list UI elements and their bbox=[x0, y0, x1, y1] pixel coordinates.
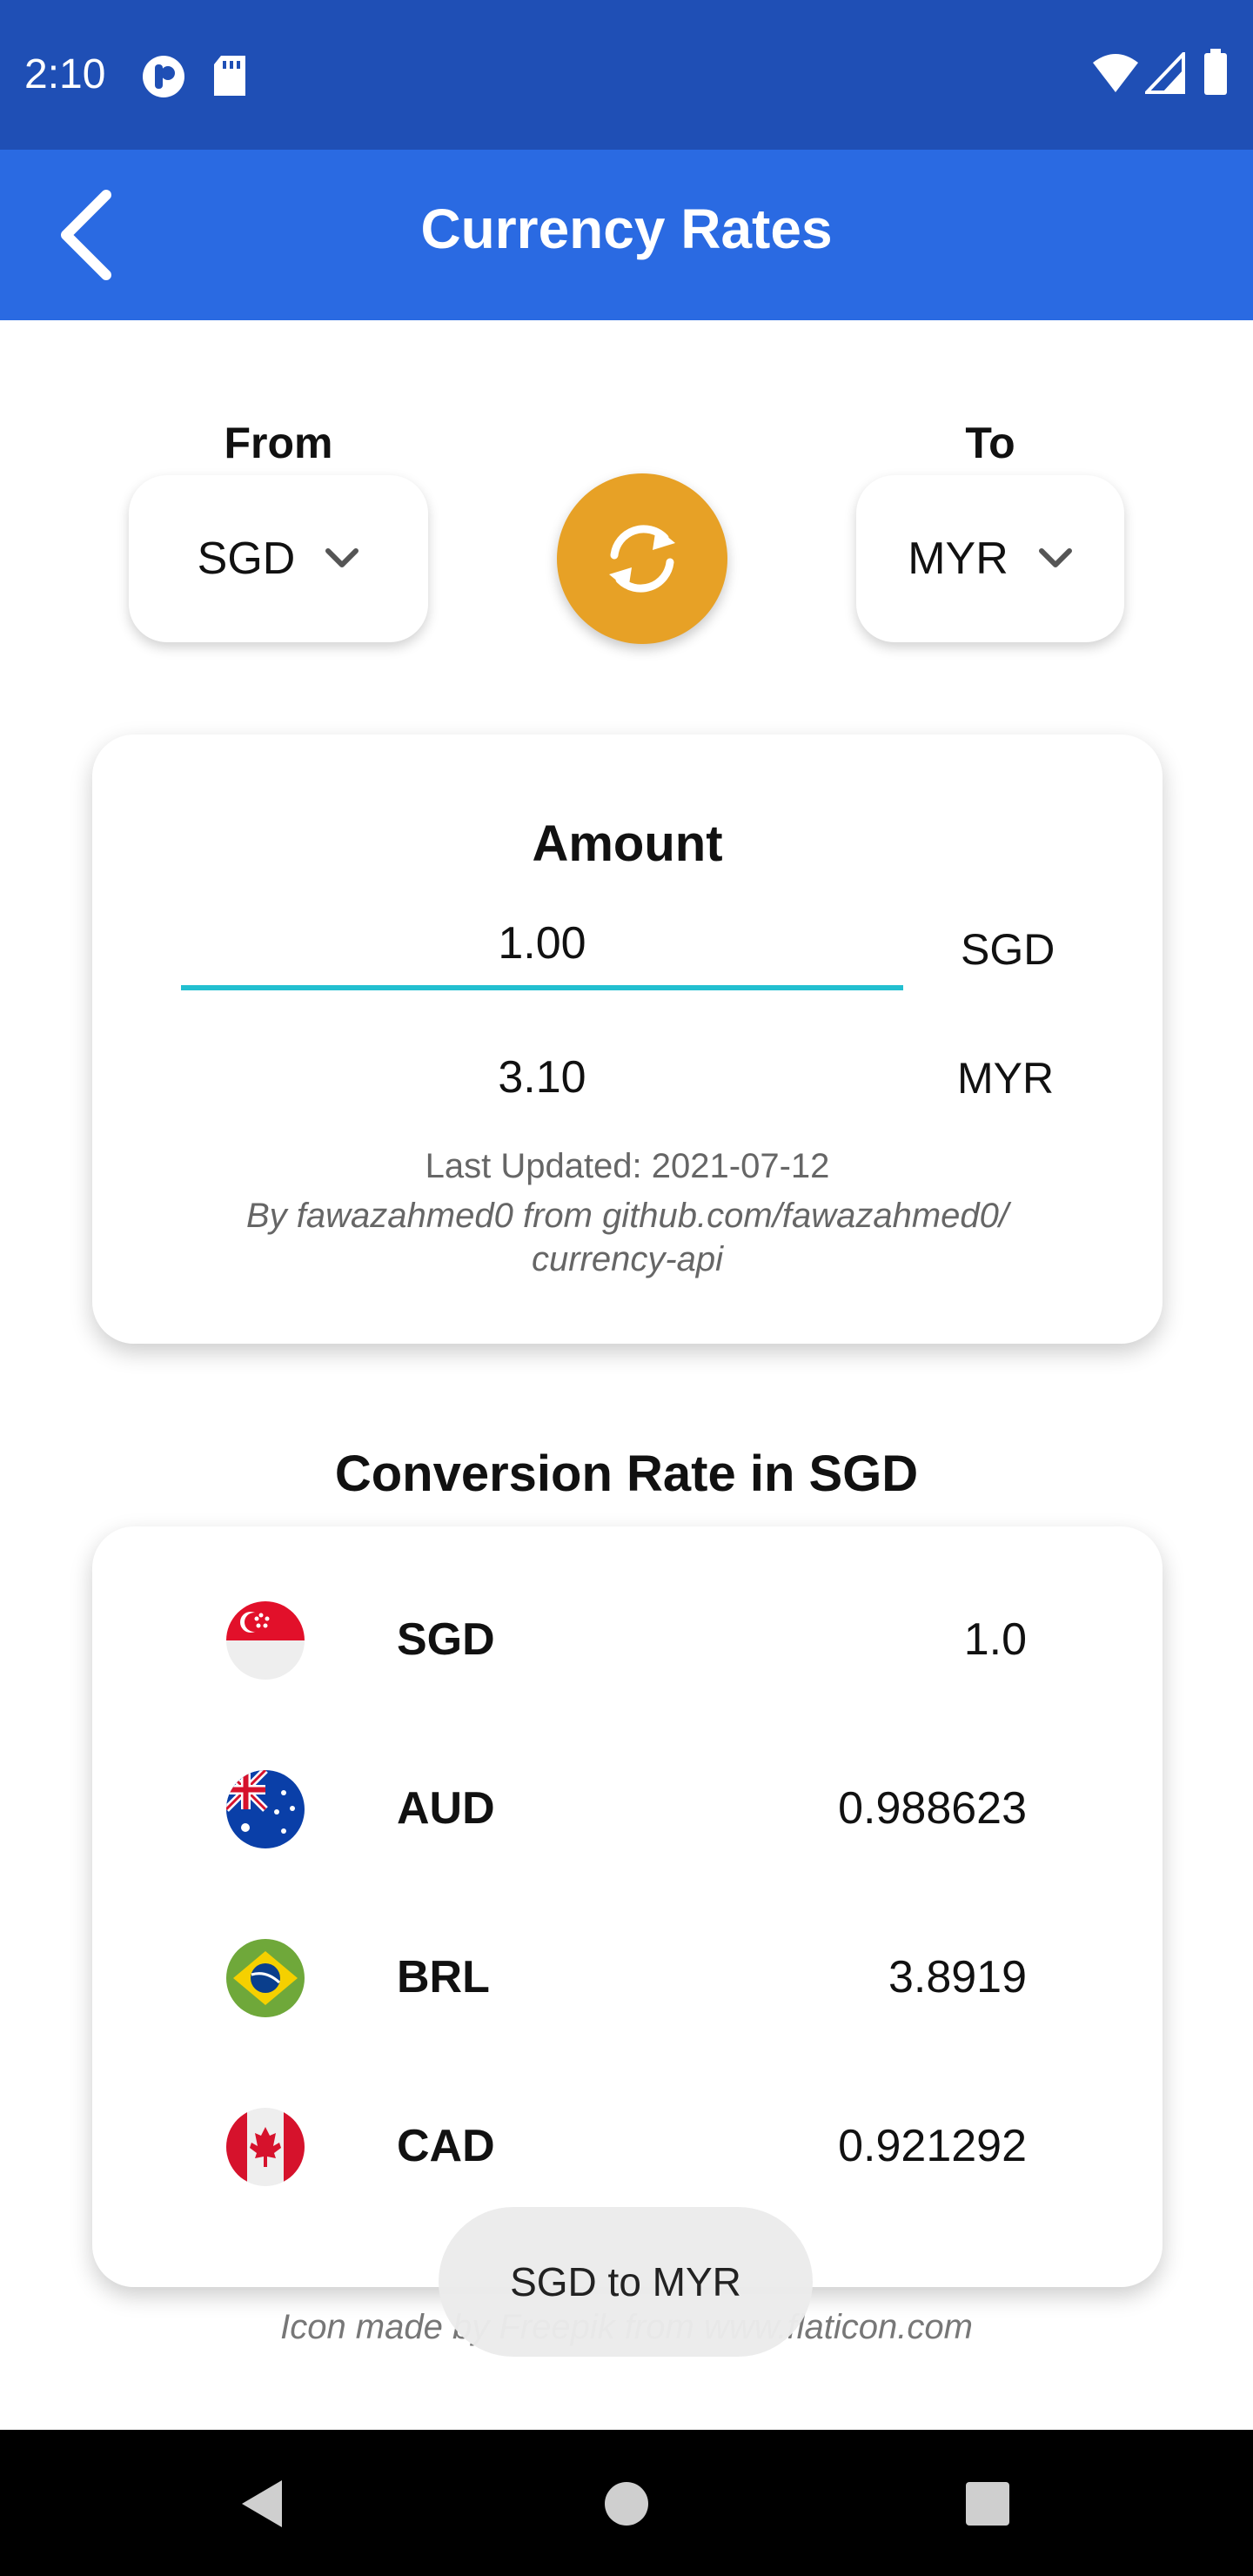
conversion-rate-value: 0.988623 bbox=[838, 1783, 1027, 1834]
status-bar: 2:10 bbox=[0, 0, 1253, 150]
conversion-rate-value: 1.0 bbox=[963, 1614, 1027, 1665]
conversion-rate-value: 0.921292 bbox=[838, 2121, 1027, 2171]
status-time: 2:10 bbox=[24, 51, 106, 97]
list-item[interactable]: CAD 0.921292 bbox=[92, 2063, 1163, 2231]
from-currency-value: SGD bbox=[197, 533, 296, 584]
canada-flag-icon bbox=[226, 2108, 305, 2186]
list-item[interactable]: AUD 0.988623 bbox=[92, 1725, 1163, 1894]
system-nav-bar bbox=[0, 2430, 1253, 2576]
from-currency-dropdown[interactable]: SGD bbox=[129, 475, 428, 642]
to-currency-dropdown[interactable]: MYR bbox=[856, 475, 1124, 642]
list-item[interactable]: BRL 3.8919 bbox=[92, 1894, 1163, 2063]
battery-icon bbox=[1204, 49, 1227, 95]
chevron-down-icon bbox=[325, 548, 359, 567]
converted-amount: 3.10 bbox=[498, 1052, 586, 1103]
conversion-rate-value: 3.8919 bbox=[888, 1952, 1027, 2002]
currency-code: BRL bbox=[397, 1952, 490, 2002]
amount-input[interactable] bbox=[181, 909, 903, 978]
from-label: From bbox=[224, 419, 333, 467]
nav-home-icon[interactable] bbox=[587, 2465, 666, 2543]
app-bar: Currency Rates bbox=[0, 150, 1253, 320]
currency-code: CAD bbox=[397, 2121, 495, 2171]
conversion-rate-list: SGD 1.0 AUD 0.988623 BRL 3.8919 CAD 0.92… bbox=[92, 1526, 1163, 2287]
result-currency-code: MYR bbox=[957, 1054, 1055, 1103]
cellular-signal-icon bbox=[1145, 52, 1185, 94]
notification-app-icon bbox=[143, 56, 184, 97]
nav-recents-icon[interactable] bbox=[948, 2465, 1027, 2543]
list-item[interactable]: SGD 1.0 bbox=[92, 1556, 1163, 1725]
page-title: Currency Rates bbox=[420, 198, 833, 260]
nav-back-icon[interactable] bbox=[223, 2465, 301, 2543]
swap-currency-button[interactable] bbox=[557, 473, 727, 644]
swap-icon bbox=[609, 525, 675, 593]
australia-flag-icon bbox=[226, 1770, 305, 1848]
toast-message: SGD to MYR bbox=[439, 2207, 813, 2357]
sd-card-icon bbox=[214, 56, 245, 96]
input-currency-code: SGD bbox=[961, 925, 1055, 974]
chevron-down-icon bbox=[1038, 548, 1072, 567]
amount-title: Amount bbox=[532, 815, 723, 872]
brazil-flag-icon bbox=[226, 1939, 305, 2017]
to-currency-value: MYR bbox=[908, 533, 1008, 584]
wifi-icon bbox=[1093, 54, 1138, 92]
to-label: To bbox=[965, 419, 1015, 467]
amount-input-underline bbox=[181, 985, 903, 990]
currency-code: AUD bbox=[397, 1783, 495, 1834]
conversion-rate-title: Conversion Rate in SGD bbox=[334, 1446, 919, 1502]
api-credit-text: By fawazahmed0 from github.com/fawazahme… bbox=[246, 1197, 1008, 1278]
singapore-flag-icon bbox=[226, 1601, 305, 1680]
amount-card: Amount SGD 3.10 MYR Last Updated: 2021-0… bbox=[92, 735, 1163, 1344]
currency-code: SGD bbox=[397, 1614, 495, 1665]
last-updated-text: Last Updated: 2021-07-12 bbox=[425, 1147, 830, 1185]
